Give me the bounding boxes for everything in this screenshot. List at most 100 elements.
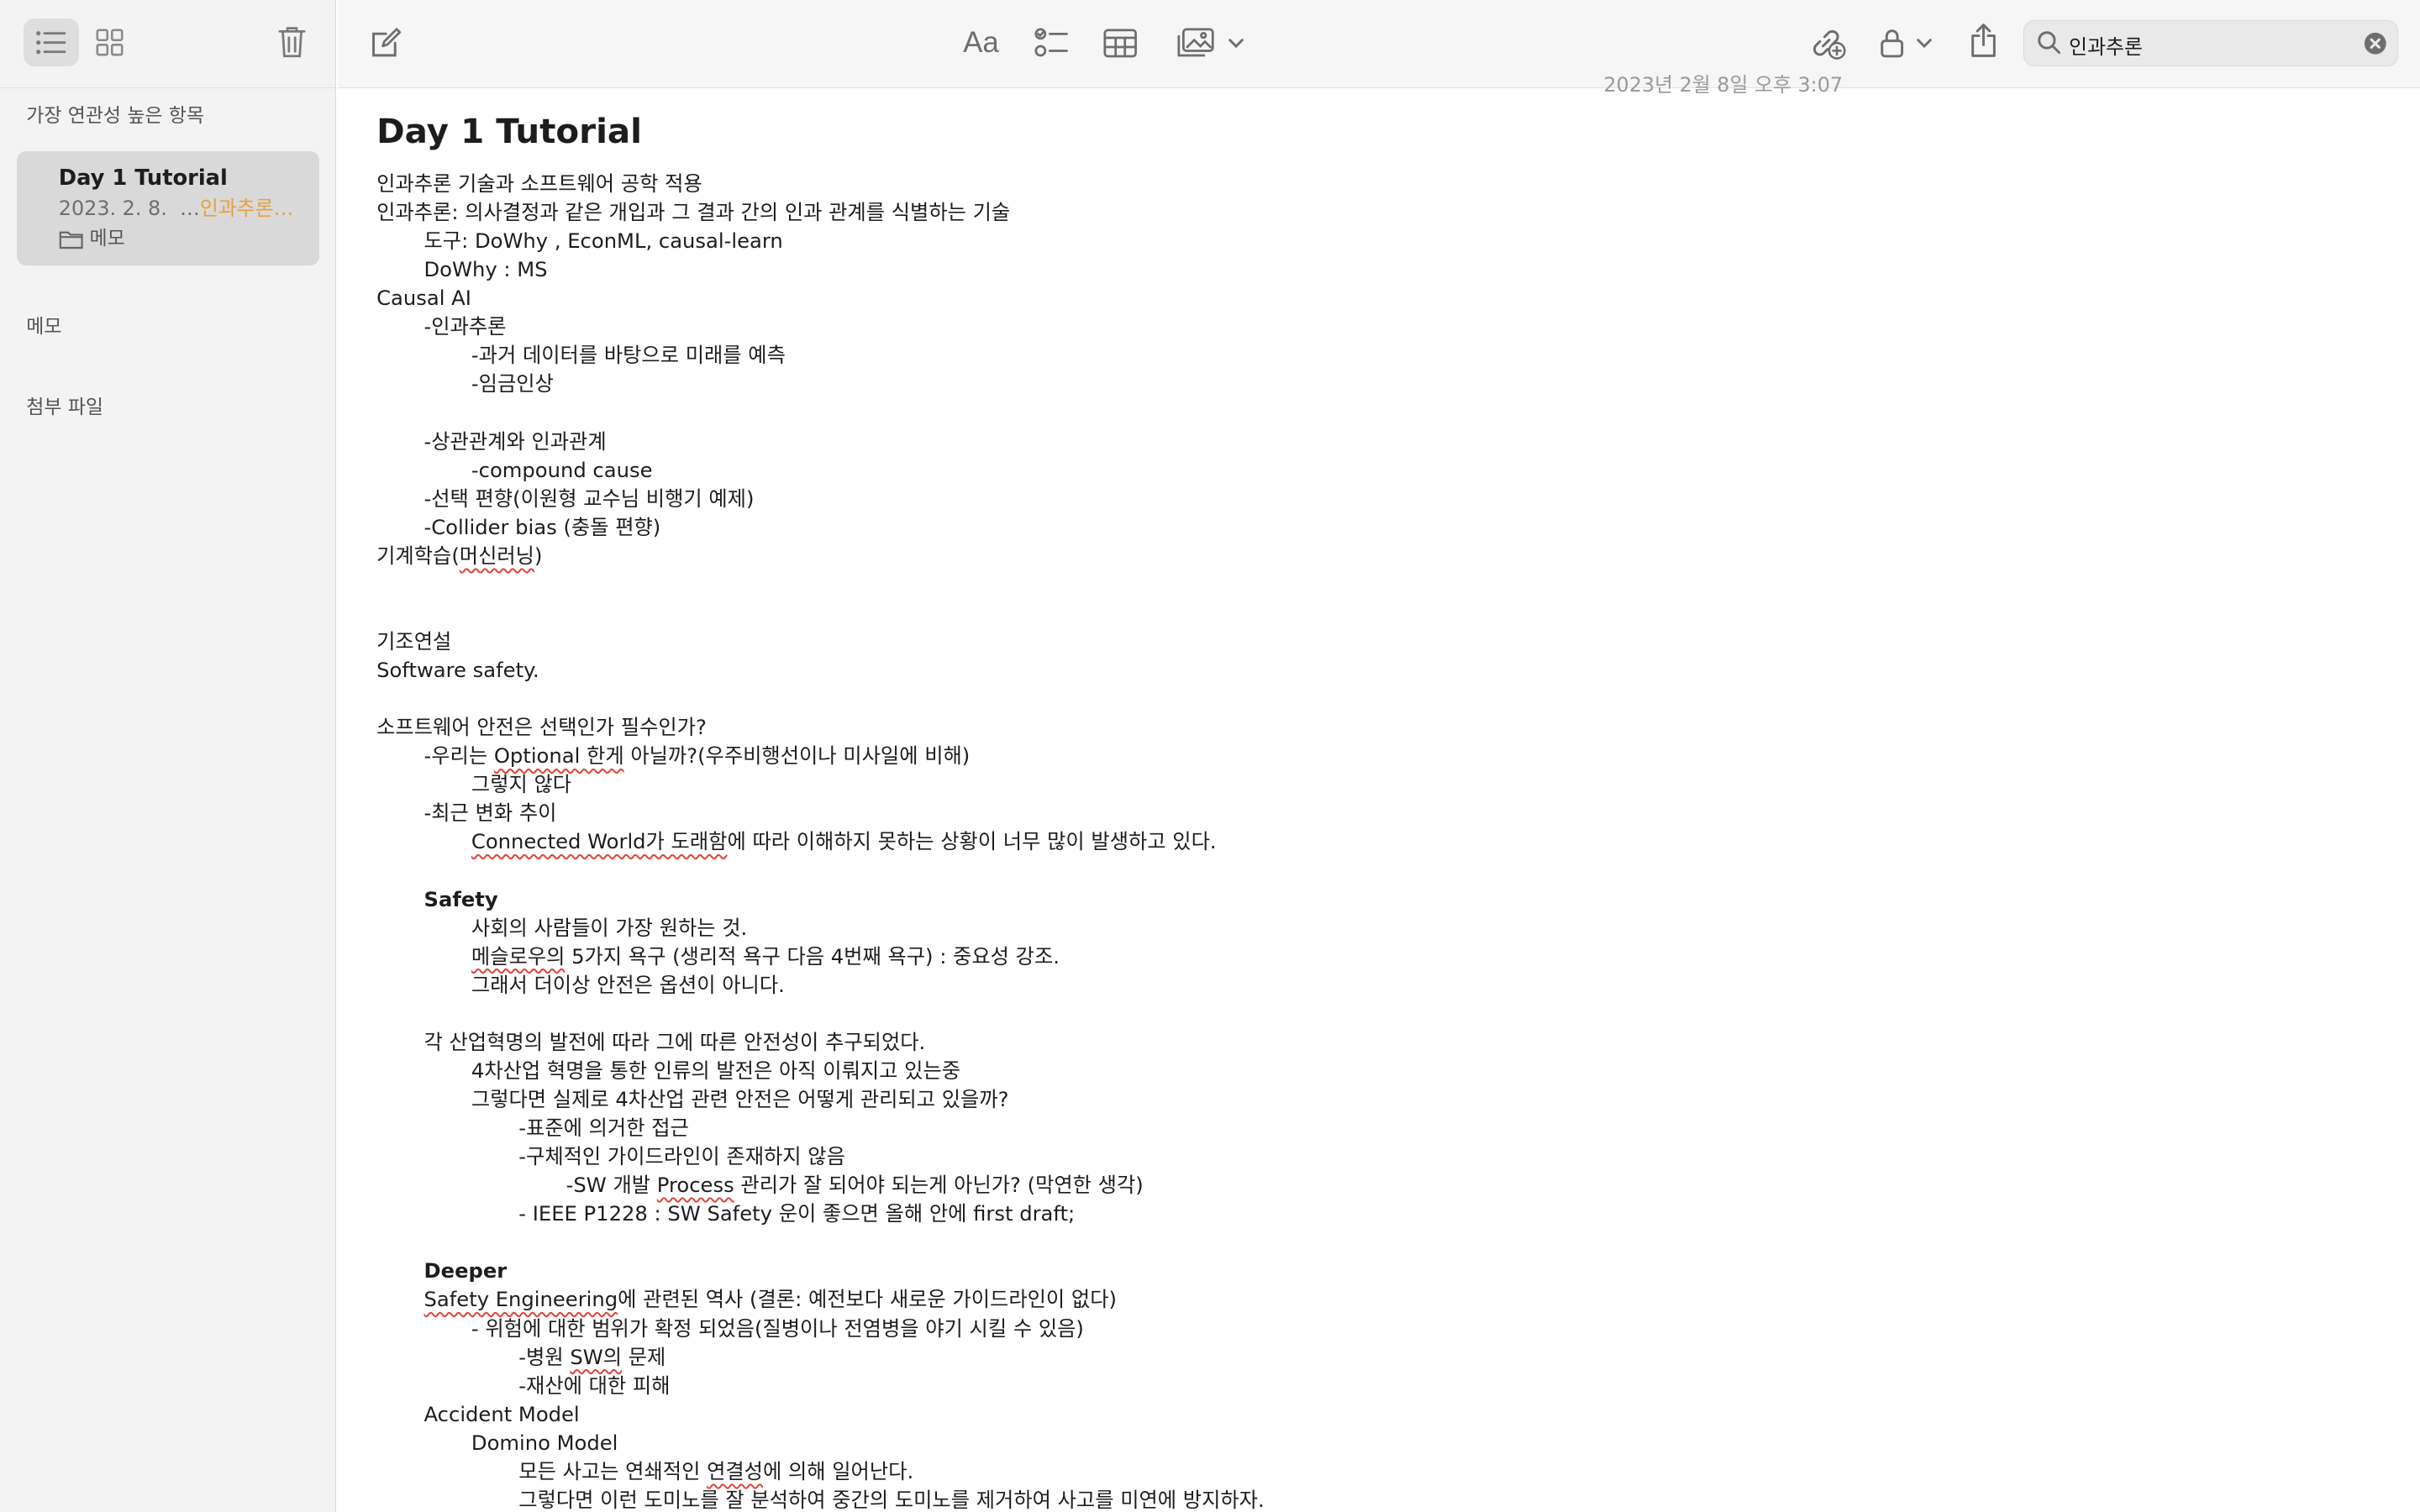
note-line: 4차산업 혁명을 통한 인류의 발전은 아직 이뤄지고 있는중	[471, 1058, 961, 1083]
note-card-folder-label: 메모	[89, 228, 125, 250]
note-body: 인과추론 기술과 소프트웨어 공학 적용인과추론: 의사결정과 같은 개입과 그…	[376, 170, 2383, 1512]
misspelled-word: Optional 한게	[493, 743, 624, 769]
media-button[interactable]	[1177, 24, 1245, 64]
table-icon	[1103, 29, 1138, 58]
sidebar-toolbar	[0, 0, 337, 88]
note-line: Domino Model	[471, 1430, 618, 1455]
note-line: Safety	[424, 886, 498, 911]
list-view-button[interactable]	[23, 18, 79, 66]
trash-icon	[278, 27, 306, 58]
note-line: -과거 데이터를 바탕으로 미래를 예측	[471, 343, 786, 368]
share-icon	[1970, 23, 1996, 57]
attachments-section-label: 첨부 파일	[26, 396, 103, 418]
note-line: Deeper	[424, 1258, 508, 1284]
search-field[interactable]: 인과추론	[2023, 19, 2399, 66]
list-icon	[36, 30, 66, 55]
note-line	[376, 570, 2383, 599]
note-line: Connected World가 도래함에 따라 이해하지 못하는 상황이 너무…	[471, 829, 1217, 854]
note-line: 소프트웨어 안전은 선택인가 필수인가?	[376, 715, 707, 740]
note-line: 메슬로우의 5가지 욕구 (생리적 욕구 다음 4번째 욕구) : 중요성 강조…	[471, 943, 1060, 969]
delete-button[interactable]	[264, 18, 319, 66]
note-card-snippet: …	[179, 196, 200, 220]
note-line	[376, 599, 2383, 627]
note-line	[376, 399, 2383, 428]
note-card-folder: 메모	[59, 223, 319, 255]
chevron-down-icon	[1228, 39, 1244, 49]
photo-icon	[1177, 28, 1215, 57]
note-card-date: 2023. 2. 8.	[58, 196, 167, 220]
folder-icon	[59, 231, 83, 249]
search-input[interactable]: 인과추론	[2069, 30, 2143, 60]
note-line: - 위험에 대한 범위가 확정 되었음(질병이나 전염병을 야기 시킬 수 있음…	[471, 1315, 1084, 1341]
note-line: 기계학습(머신러닝)	[376, 543, 543, 568]
note-line: DoWhy : MS	[424, 257, 548, 282]
note-line: -구체적인 가이드라인이 존재하지 않음	[518, 1144, 845, 1169]
note-line: -상관관계와 인과관계	[424, 428, 607, 454]
note-line	[376, 857, 2383, 885]
misspelled-word: Safety Engineering	[424, 1287, 618, 1312]
misspelled-word: Process	[656, 1173, 734, 1198]
note-editor[interactable]: Day 1 Tutorial 인과추론 기술과 소프트웨어 공학 적용인과추론:…	[376, 108, 2383, 1512]
misspelled-word: 머신러닝	[459, 543, 534, 568]
note-line: -병원 SW의 문제	[518, 1344, 666, 1369]
misspelled-word: SW의	[570, 1344, 622, 1369]
share-button[interactable]	[1970, 20, 1997, 60]
note-line: -Collider bias (충돌 편향)	[424, 514, 661, 539]
note-line: 그래서 더이상 안전은 옵션이 아니다.	[471, 972, 785, 997]
lock-button[interactable]	[1880, 24, 1933, 64]
sidebar: 가장 연관성 높은 항목 Day 1 Tutorial 2023. 2. 8. …	[0, 0, 337, 1512]
checklist-icon	[1034, 28, 1068, 57]
lock-icon	[1881, 29, 1904, 58]
note-line: Software safety.	[376, 658, 539, 683]
note-line: -인과추론	[424, 314, 507, 339]
clear-search-icon[interactable]	[2364, 32, 2387, 55]
gallery-view-button[interactable]	[82, 18, 137, 66]
note-line: -선택 편향(이원형 교수님 비행기 예제)	[424, 486, 755, 511]
note-line: -compound cause	[471, 457, 653, 482]
note-line: -임금인상	[471, 371, 554, 396]
notes-section-label: 메모	[26, 316, 62, 339]
note-line: -우리는 Optional 한게 아닐까?(우주비행선이나 미사일에 비해)	[424, 743, 971, 769]
note-line: 사회의 사람들이 가장 원하는 것.	[471, 915, 748, 940]
note-line: -재산에 대한 피해	[518, 1373, 671, 1398]
main-toolbar: 2023년 2월 8일 오후 3:07 Aa 인과추론	[338, 0, 2420, 97]
note-line: 도구: DoWhy , EconML, causal-learn	[424, 228, 783, 254]
note-list-item[interactable]: Day 1 Tutorial 2023. 2. 8. …인과추론… 메모	[17, 150, 320, 265]
note-line: -SW 개발 Process 관리가 잘 되어야 되는게 아닌가? (막연한 생…	[566, 1173, 1144, 1198]
note-line	[376, 685, 2383, 713]
note-card-snippet-highlight: 인과추론…	[199, 196, 294, 220]
note-line	[376, 1000, 2383, 1028]
misspelled-word: Connected World가 도래함	[471, 829, 728, 854]
table-button[interactable]	[1103, 24, 1138, 64]
note-line	[376, 1228, 2383, 1257]
note-line: 그렇다면 실제로 4차산업 관련 안전은 어떻게 관리되고 있을까?	[471, 1087, 1009, 1112]
link-plus-icon	[1812, 30, 1846, 60]
search-icon	[2037, 31, 2060, 54]
note-line: -표준에 의거한 접근	[518, 1116, 689, 1141]
format-button[interactable]: Aa	[963, 24, 999, 64]
note-line: 인과추론: 의사결정과 같은 개입과 그 결과 간의 인과 관계를 식별하는 기…	[376, 200, 1011, 225]
collaborate-button[interactable]	[1809, 24, 1846, 64]
note-line: Safety Engineering에 관련된 역사 (결론: 예전보다 새로운…	[424, 1287, 1117, 1312]
checklist-button[interactable]	[1034, 24, 1068, 64]
note-line: 인과추론 기술과 소프트웨어 공학 적용	[376, 171, 702, 197]
note-line: - IEEE P1228 : SW Safety 운이 좋으면 올해 안에 fi…	[518, 1201, 1076, 1226]
note-card-title: Day 1 Tutorial	[58, 165, 228, 191]
misspelled-word: 연결성	[707, 1458, 763, 1483]
note-line: 각 산업혁명의 발전에 따라 그에 따른 안전성이 추구되었다.	[424, 1029, 926, 1054]
note-line: 모든 사고는 연쇄적인 연결성에 의해 일어난다.	[518, 1458, 914, 1483]
note-title: Day 1 Tutorial	[376, 110, 643, 151]
note-line: -최근 변화 추이	[424, 801, 557, 826]
note-card-meta: 2023. 2. 8. …인과추론…	[59, 193, 319, 224]
grid-icon	[96, 29, 124, 56]
note-line: Causal AI	[376, 286, 471, 311]
note-date-header: 2023년 2월 8일 오후 3:07	[1603, 72, 1844, 97]
misspelled-word: 메슬로우의	[471, 943, 566, 969]
new-note-button[interactable]	[369, 24, 402, 64]
note-line: 그렇다면 이런 도미노를 잘 분석하여 중간의 도미노를 제거하여 사고를 미연…	[518, 1487, 1265, 1512]
top-results-label: 가장 연관성 높은 항목	[26, 104, 205, 127]
chevron-down-icon	[1917, 39, 1933, 49]
note-line: 그렇지 않다	[471, 772, 572, 797]
note-line: Accident Model	[424, 1401, 580, 1426]
compose-icon	[371, 28, 402, 57]
